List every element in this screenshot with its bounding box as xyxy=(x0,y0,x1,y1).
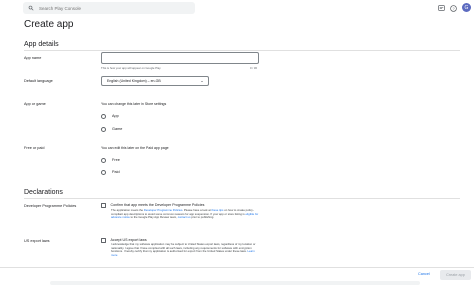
divider xyxy=(24,198,460,199)
app-or-game-label: App or game xyxy=(24,102,46,106)
search-input[interactable] xyxy=(39,5,179,11)
avatar[interactable]: G xyxy=(462,3,471,12)
radio-game[interactable]: Game xyxy=(101,126,122,132)
search-icon xyxy=(28,5,34,11)
radio-free-label: Free xyxy=(112,158,120,162)
radio-paid-label: Paid xyxy=(112,170,120,174)
radio-button[interactable] xyxy=(101,169,106,175)
us-export-label: US export laws xyxy=(24,239,50,243)
radio-app-label: App xyxy=(112,114,119,118)
app-name-helper: This is how your app will appear on Goog… xyxy=(101,66,161,70)
us-export-description: I acknowledge that my software applicati… xyxy=(111,242,256,258)
declarations-title: Declarations xyxy=(24,189,63,196)
page-title: Create app xyxy=(24,19,74,30)
app-or-game-note: You can change this later in Store setti… xyxy=(101,102,167,106)
us-export-checkbox[interactable] xyxy=(101,238,106,243)
chevron-down-icon xyxy=(201,80,203,82)
policies-checkbox[interactable] xyxy=(101,203,106,208)
default-language-label: Default language xyxy=(24,79,53,83)
default-language-select[interactable]: English (United Kingdom) – en-GB xyxy=(101,76,209,86)
app-name-field[interactable] xyxy=(101,52,259,64)
cancel-button[interactable]: Cancel xyxy=(418,272,430,276)
radio-button[interactable] xyxy=(101,126,106,132)
policies-description: The application meets the Developer Prog… xyxy=(111,208,259,220)
app-name-counter: 0 / 30 xyxy=(250,66,257,70)
notifications-icon[interactable] xyxy=(437,4,445,12)
radio-button[interactable] xyxy=(101,113,106,119)
free-or-paid-note: You can edit this later on the Paid app … xyxy=(101,146,169,150)
scroll-shadow xyxy=(50,281,420,285)
radio-button[interactable] xyxy=(101,157,106,163)
create-app-button[interactable]: Create app xyxy=(440,270,471,280)
radio-free[interactable]: Free xyxy=(101,157,120,163)
search-box[interactable] xyxy=(23,2,195,14)
help-icon[interactable]: ? xyxy=(449,4,457,12)
top-bar: ? G xyxy=(0,0,474,17)
policies-label: Developer Programme Policies xyxy=(24,204,77,208)
radio-game-label: Game xyxy=(112,127,123,131)
policies-check-title: Confirm that app meets the Developer Pro… xyxy=(110,203,205,207)
contact-us-link[interactable]: contact us xyxy=(178,215,191,220)
divider xyxy=(24,50,460,51)
app-name-label: App name xyxy=(24,56,42,60)
default-language-value: English (United Kingdom) – en-GB xyxy=(107,79,161,83)
radio-paid[interactable]: Paid xyxy=(101,169,120,175)
free-or-paid-label: Free or paid xyxy=(24,146,45,150)
app-details-title: App details xyxy=(24,41,59,48)
policies-checkbox-row[interactable]: Confirm that app meets the Developer Pro… xyxy=(101,203,204,208)
svg-text:?: ? xyxy=(452,6,454,10)
radio-app[interactable]: App xyxy=(101,113,119,119)
